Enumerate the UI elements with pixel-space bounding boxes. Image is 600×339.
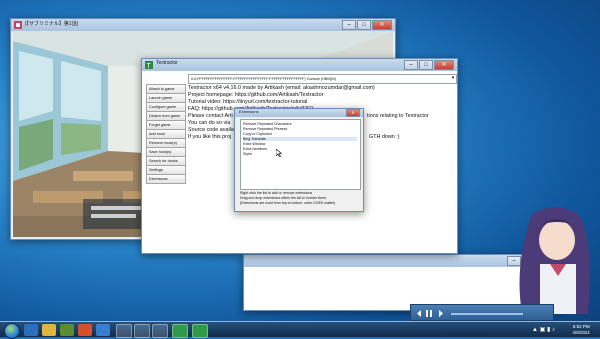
extensions-help-line: Drag and drop extensions within the list… bbox=[240, 196, 326, 200]
output-line: If you like this proj bbox=[188, 134, 232, 140]
game-window-title: [【サブリミナル】第1話] bbox=[25, 21, 79, 27]
clock-date: 4/8/2021 bbox=[572, 329, 590, 335]
extensions-dialog[interactable]: Extensions ✕ Remove Repeated Characters … bbox=[234, 108, 364, 212]
game-task-icon[interactable] bbox=[134, 324, 150, 338]
mouse-cursor-icon bbox=[276, 149, 282, 157]
maximize-button[interactable]: □ bbox=[357, 20, 371, 30]
extensions-help-line: (Extensions are used from top to bottom:… bbox=[240, 201, 336, 205]
output-line-tail: GTH down :) bbox=[369, 134, 400, 140]
minimize-button[interactable]: – bbox=[342, 20, 356, 30]
process-select-value: 0:0-FFFFFFFFFFFFFFFF:FFFFFFFFFFFFFFFF:FF… bbox=[191, 77, 336, 81]
textractor-titlebar[interactable]: T Textractor – □ ✕ bbox=[142, 59, 457, 71]
extension-item[interactable]: Extra Window bbox=[243, 142, 265, 146]
tx-minimize-button[interactable]: – bbox=[404, 60, 418, 70]
clock-time: 5:52 PM bbox=[572, 324, 590, 329]
media-seek-bar[interactable] bbox=[451, 313, 523, 315]
output-line: Project homepage: https://github.com/Art… bbox=[188, 92, 324, 98]
extension-item-selected[interactable]: Bing Translate bbox=[243, 137, 357, 141]
extensions-title: Extensions bbox=[239, 109, 259, 114]
extension-item[interactable]: Remove Repeated Phrases bbox=[243, 127, 287, 131]
app-task-icon[interactable] bbox=[152, 324, 168, 338]
output-line-tail: tions relating to Textractor bbox=[367, 113, 429, 119]
extension-item[interactable]: Remove Repeated Characters bbox=[243, 122, 292, 126]
ie-icon[interactable] bbox=[24, 324, 38, 336]
output-line: You can do so via bbox=[188, 120, 231, 126]
tx-close-button[interactable]: ✕ bbox=[434, 60, 454, 70]
media-icon[interactable] bbox=[60, 324, 74, 336]
output-line: Textractor x64 v4.16.0 made by Artikash … bbox=[188, 85, 375, 91]
app-icon bbox=[14, 21, 22, 29]
tx-maximize-button[interactable]: □ bbox=[419, 60, 433, 70]
app-icon[interactable] bbox=[96, 324, 110, 336]
extension-item[interactable]: Extra Newlines bbox=[243, 147, 267, 151]
textractor-task-icon[interactable] bbox=[192, 324, 208, 338]
taskbar: ▲ ▣ ▮ ♪ 5:52 PM 4/8/2021 bbox=[0, 321, 600, 339]
output-line: Source code availa bbox=[188, 127, 234, 133]
process-select[interactable]: 0:0-FFFFFFFFFFFFFFFF:FFFFFFFFFFFFFFFF:FF… bbox=[188, 74, 457, 84]
media-controls-icon[interactable] bbox=[415, 309, 445, 318]
app-icon[interactable] bbox=[78, 324, 92, 336]
textractor-icon: T bbox=[145, 61, 153, 69]
extensions-list[interactable]: Remove Repeated Characters Remove Repeat… bbox=[240, 119, 361, 190]
extensions-help-line: Right click the list to add or remove ex… bbox=[240, 191, 313, 195]
output-line: Please contact Arti bbox=[188, 113, 233, 119]
chevron-down-icon[interactable]: ▾ bbox=[448, 75, 456, 83]
svg-text:T: T bbox=[147, 63, 152, 69]
extension-item[interactable]: Copy to Clipboard bbox=[243, 132, 272, 136]
textractor-title: Textractor bbox=[156, 60, 178, 66]
media-player[interactable] bbox=[410, 304, 554, 321]
system-tray[interactable]: ▲ ▣ ▮ ♪ bbox=[532, 326, 555, 333]
game-titlebar[interactable]: [【サブリミナル】第1話] – □ ✕ bbox=[11, 19, 395, 31]
chrome-icon[interactable] bbox=[116, 324, 132, 338]
extensions-button[interactable]: Extensions bbox=[146, 174, 186, 184]
output-line: Tutorial video: https://tinyurl.com/text… bbox=[188, 99, 308, 105]
character-figure-image bbox=[519, 206, 590, 314]
ext-close-button[interactable]: ✕ bbox=[346, 109, 360, 117]
extensions-titlebar[interactable]: Extensions ✕ bbox=[235, 109, 363, 117]
extension-item[interactable]: Styler bbox=[243, 152, 252, 156]
textractor-task-icon[interactable] bbox=[172, 324, 188, 338]
close-button[interactable]: ✕ bbox=[372, 20, 392, 30]
folder-icon[interactable] bbox=[42, 324, 56, 336]
clock[interactable]: 5:52 PM 4/8/2021 bbox=[572, 324, 590, 335]
